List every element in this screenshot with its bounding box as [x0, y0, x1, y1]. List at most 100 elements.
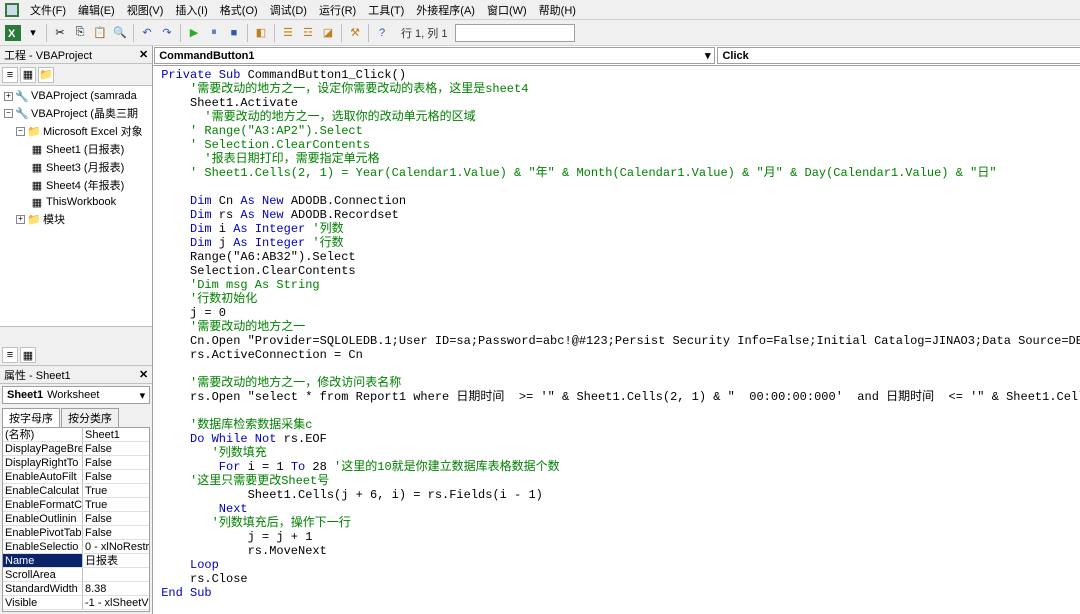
property-row[interactable]: Name日报表	[3, 554, 149, 568]
property-row[interactable]: DisplayRightToFalse	[3, 456, 149, 470]
view-code-icon[interactable]: ≡	[2, 347, 18, 363]
menu-format[interactable]: 格式(O)	[214, 0, 264, 20]
project-tree[interactable]: +🔧VBAProject (samrada −🔧VBAProject (晶奥三期…	[0, 86, 152, 326]
tab-categorized[interactable]: 按分类序	[61, 408, 119, 427]
property-row[interactable]: EnableAutoFiltFalse	[3, 470, 149, 484]
collapse-icon[interactable]: −	[4, 109, 13, 118]
property-row[interactable]: EnableCalculatTrue	[3, 484, 149, 498]
property-value[interactable]	[83, 568, 149, 581]
property-name: EnablePivotTab	[3, 526, 83, 539]
view-object-icon[interactable]: ▦	[20, 67, 36, 83]
property-row[interactable]: StandardWidth8.38	[3, 582, 149, 596]
help-icon[interactable]: ?	[373, 24, 391, 42]
expand-icon[interactable]: +	[16, 215, 25, 224]
property-value[interactable]: True	[83, 498, 149, 511]
view-object-icon[interactable]: ▦	[20, 347, 36, 363]
properties-object-type: Worksheet	[47, 389, 99, 401]
properties-grid[interactable]: (名称)Sheet1DisplayPageBreFalseDisplayRigh…	[2, 427, 150, 612]
view-code-icon[interactable]: ≡	[2, 67, 18, 83]
property-value[interactable]: False	[83, 526, 149, 539]
property-name: EnableFormatCo	[3, 498, 83, 511]
tree-modules[interactable]: 模块	[43, 211, 65, 227]
property-value[interactable]: 0 - xlNoRestr	[83, 540, 149, 553]
dropdown-icon[interactable]: ▾	[24, 24, 42, 42]
property-value[interactable]: False	[83, 442, 149, 455]
toggle-folders-icon[interactable]: 📁	[38, 67, 54, 83]
properties-object-name: Sheet1	[7, 389, 43, 401]
paste-icon[interactable]: 📋	[91, 24, 109, 42]
property-name: EnableSelectio	[3, 540, 83, 553]
menu-insert[interactable]: 插入(I)	[169, 0, 213, 20]
expand-icon[interactable]: +	[4, 92, 13, 101]
property-value[interactable]: False	[83, 456, 149, 469]
property-row[interactable]: ScrollArea	[3, 568, 149, 582]
menu-view[interactable]: 视图(V)	[121, 0, 170, 20]
properties-panel: 属性 - Sheet1 ✕ Sheet1 Worksheet ▾ 按字母序 按分…	[0, 366, 152, 614]
property-value[interactable]: Sheet1	[83, 428, 149, 441]
menu-help[interactable]: 帮助(H)	[533, 0, 582, 20]
project-title-text: 工程 - VBAProject	[4, 47, 92, 63]
collapse-icon[interactable]: −	[16, 127, 25, 136]
menu-edit[interactable]: 编辑(E)	[72, 0, 121, 20]
menu-addins[interactable]: 外接程序(A)	[410, 0, 481, 20]
tree-excel-objects[interactable]: Microsoft Excel 对象	[43, 123, 143, 139]
menu-debug[interactable]: 调试(D)	[264, 0, 313, 20]
property-value[interactable]: False	[83, 470, 149, 483]
property-value[interactable]: -1 - xlSheetV	[83, 596, 149, 609]
reset-icon[interactable]: ■	[225, 24, 243, 42]
tree-sheet4[interactable]: Sheet4 (年报表)	[46, 177, 124, 193]
tree-sheet3[interactable]: Sheet3 (月报表)	[46, 159, 124, 175]
project-close-icon[interactable]: ✕	[139, 48, 148, 61]
dropdown-icon[interactable]: ▾	[140, 389, 146, 402]
property-value[interactable]: 日报表	[83, 554, 149, 567]
tab-alphabetic[interactable]: 按字母序	[2, 408, 60, 427]
menu-file[interactable]: 文件(F)	[24, 0, 72, 20]
property-value[interactable]: False	[83, 512, 149, 525]
code-editor[interactable]: Private Sub CommandButton1_Click() '需要改动…	[153, 66, 1080, 614]
excel-icon[interactable]: X	[4, 24, 22, 42]
property-name: EnableAutoFilt	[3, 470, 83, 483]
cut-icon[interactable]: ✂	[51, 24, 69, 42]
tree-project-1[interactable]: VBAProject (samrada	[31, 90, 137, 102]
copy-icon[interactable]: ⎘	[71, 24, 89, 42]
property-row[interactable]: (名称)Sheet1	[3, 428, 149, 442]
menu-run[interactable]: 运行(R)	[313, 0, 362, 20]
run-icon[interactable]: ▶	[185, 24, 203, 42]
property-name: DisplayRightTo	[3, 456, 83, 469]
toolbar-combo[interactable]	[455, 24, 575, 42]
properties-close-icon[interactable]: ✕	[139, 368, 148, 381]
tree-project-2[interactable]: VBAProject (晶奥三期	[31, 105, 138, 121]
menu-tools[interactable]: 工具(T)	[362, 0, 410, 20]
object-combo[interactable]: CommandButton1 ▾	[154, 47, 715, 64]
break-icon[interactable]: ⏸	[205, 24, 223, 42]
property-name: StandardWidth	[3, 582, 83, 595]
vba-project-icon: 🔧	[15, 106, 29, 120]
project-panel-title: 工程 - VBAProject ✕	[0, 46, 152, 64]
property-row[interactable]: Visible-1 - xlSheetV	[3, 596, 149, 610]
property-row[interactable]: DisplayPageBreFalse	[3, 442, 149, 456]
property-value[interactable]: True	[83, 484, 149, 497]
redo-icon[interactable]: ↷	[158, 24, 176, 42]
property-row[interactable]: EnableFormatCoTrue	[3, 498, 149, 512]
property-row[interactable]: EnableOutlininFalse	[3, 512, 149, 526]
project-explorer-icon[interactable]: ☰	[279, 24, 297, 42]
design-icon[interactable]: ◧	[252, 24, 270, 42]
tree-thisworkbook[interactable]: ThisWorkbook	[46, 196, 116, 208]
dropdown-icon[interactable]: ▾	[705, 49, 711, 62]
procedure-combo[interactable]: Click ▾	[717, 47, 1080, 64]
property-row[interactable]: EnableSelectio0 - xlNoRestr	[3, 540, 149, 554]
project-toolbar: ≡ ▦ 📁	[0, 64, 152, 86]
tree-sheet1[interactable]: Sheet1 (日报表)	[46, 141, 124, 157]
cursor-position: 行 1, 列 1	[401, 25, 447, 41]
properties-object-combo[interactable]: Sheet1 Worksheet ▾	[2, 386, 150, 404]
property-name: EnableOutlinin	[3, 512, 83, 525]
properties-icon[interactable]: ☲	[299, 24, 317, 42]
property-value[interactable]: 8.38	[83, 582, 149, 595]
property-row[interactable]: EnablePivotTabFalse	[3, 526, 149, 540]
undo-icon[interactable]: ↶	[138, 24, 156, 42]
find-icon[interactable]: 🔍	[111, 24, 129, 42]
vba-project-icon: 🔧	[15, 89, 29, 103]
object-browser-icon[interactable]: ◪	[319, 24, 337, 42]
toolbox-icon[interactable]: ⚒	[346, 24, 364, 42]
menu-window[interactable]: 窗口(W)	[481, 0, 533, 20]
